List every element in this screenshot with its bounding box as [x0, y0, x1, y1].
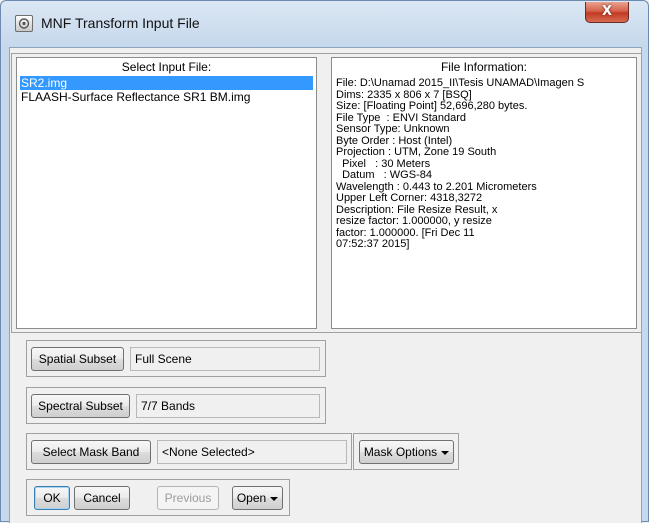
cancel-button[interactable]: Cancel — [74, 486, 130, 510]
file-info-line: Byte Order : Host (Intel) — [336, 135, 453, 147]
mask-options-group: Mask Options — [353, 433, 459, 470]
file-info-line: Size: [Floating Point] 52,696,280 bytes. — [336, 101, 528, 112]
file-selection-group: Select Input File: SR2.img FLAASH-Surface… — [11, 53, 642, 333]
file-info-line: Sensor Type: Unknown — [336, 124, 450, 135]
input-file-panel: Select Input File: SR2.img FLAASH-Surface… — [16, 57, 317, 329]
app-icon — [15, 15, 33, 32]
dialog-window: MNF Transform Input File X Select Input … — [0, 0, 649, 523]
close-icon[interactable]: X — [585, 2, 629, 23]
open-label: Open — [236, 491, 267, 505]
chevron-down-icon — [441, 450, 450, 455]
spectral-subset-value: 7/7 Bands — [136, 394, 320, 418]
file-info-line: Projection : UTM, Zone 19 South — [336, 147, 497, 158]
select-mask-band-button[interactable]: Select Mask Band — [31, 440, 151, 464]
file-info-line: Dims: 2335 x 806 x 7 [BSQ] — [336, 89, 472, 101]
spatial-subset-group: Spatial Subset Full Scene — [26, 340, 326, 377]
file-info-line: File Type : ENVI Standard — [336, 112, 467, 124]
mask-band-value: <None Selected> — [157, 440, 347, 464]
file-info-header: File Information: — [440, 60, 528, 74]
input-file-header: Select Input File: — [121, 60, 212, 74]
chevron-down-icon — [270, 496, 279, 501]
file-info-text: File: D:\Unamad 2015_II\Tesis UNAMAD\Ima… — [336, 78, 634, 251]
file-info-line: resize factor: 1.000000, y resize — [336, 216, 492, 227]
window-title: MNF Transform Input File — [41, 15, 200, 31]
previous-button: Previous — [157, 486, 219, 510]
file-info-line: factor: 1.000000. [Fri Dec 11 — [336, 227, 475, 239]
file-info-line: Upper Left Corner: 4318,3272 — [336, 193, 483, 204]
open-button[interactable]: Open — [232, 486, 283, 510]
spatial-subset-value: Full Scene — [130, 347, 320, 371]
file-info-line: 07:52:37 2015] — [336, 239, 410, 250]
spectral-subset-group: Spectral Subset 7/7 Bands — [26, 387, 326, 424]
mask-band-group: Select Mask Band <None Selected> — [26, 433, 352, 470]
spectral-subset-button[interactable]: Spectral Subset — [31, 394, 130, 418]
file-list-item[interactable]: FLAASH-Surface Reflectance SR1 BM.img — [20, 90, 313, 104]
action-buttons-group: OK Cancel Previous Open — [26, 479, 290, 516]
file-info-line: Datum : WGS-84 — [336, 170, 432, 181]
file-info-line: Wavelength : 0.443 to 2.201 Micrometers — [336, 181, 537, 193]
ok-button[interactable]: OK — [34, 486, 70, 510]
file-info-line: Description: File Resize Result, x — [336, 204, 498, 216]
title-bar[interactable]: MNF Transform Input File X — [1, 1, 648, 47]
spatial-subset-button[interactable]: Spatial Subset — [31, 347, 124, 371]
file-info-line: File: D:\Unamad 2015_II\Tesis UNAMAD\Ima… — [336, 78, 585, 89]
file-info-panel: File Information: File: D:\Unamad 2015_I… — [331, 57, 637, 329]
mask-options-button[interactable]: Mask Options — [359, 440, 454, 464]
dialog-body: Select Input File: SR2.img FLAASH-Surface… — [9, 47, 642, 523]
file-info-line: Pixel : 30 Meters — [336, 158, 431, 170]
input-file-list[interactable]: SR2.img FLAASH-Surface Reflectance SR1 BM… — [20, 76, 313, 104]
mask-options-label: Mask Options — [363, 445, 438, 459]
file-list-item[interactable]: SR2.img — [20, 76, 313, 90]
